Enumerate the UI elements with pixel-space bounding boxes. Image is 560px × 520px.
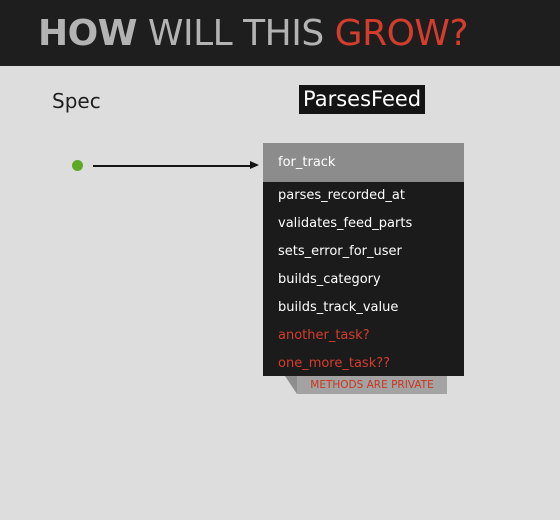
method-item: builds_category — [278, 272, 381, 287]
method-item: validates_feed_parts — [278, 216, 413, 231]
class-name-label: ParsesFeed — [299, 85, 426, 114]
note-fold-shape — [285, 376, 297, 394]
private-methods-note: METHODS ARE PRIVATE — [297, 376, 447, 394]
method-item: builds_track_value — [278, 300, 399, 315]
method-item: parses_recorded_at — [278, 188, 405, 203]
title-word-grow: GROW? — [334, 13, 469, 54]
methods-list: for_track parses_recorded_at validates_f… — [263, 143, 464, 376]
title-word-how: HOW — [38, 13, 137, 54]
spec-dot-icon — [72, 160, 83, 171]
method-item-future: one_more_task?? — [278, 356, 391, 371]
header-bar: HOW WILL THIS GROW? — [0, 0, 560, 66]
method-item-future: another_task? — [278, 328, 370, 343]
arrow-head-icon — [250, 161, 259, 169]
title-words-will-this: WILL THIS — [147, 13, 324, 54]
method-item: sets_error_for_user — [278, 244, 402, 259]
spec-label: Spec — [52, 89, 101, 113]
page-title: HOW WILL THIS GROW? — [38, 12, 469, 56]
method-item-public: for_track — [263, 143, 464, 182]
call-arrow-line — [93, 165, 253, 167]
